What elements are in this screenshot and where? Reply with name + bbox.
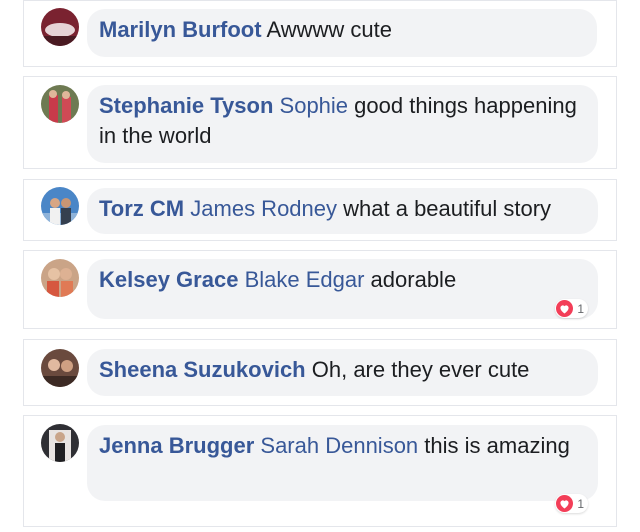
comment-text: adorable	[370, 267, 457, 292]
reaction-count[interactable]: 1	[555, 299, 588, 318]
reaction-number: 1	[577, 496, 584, 511]
avatar[interactable]	[41, 8, 79, 46]
avatar[interactable]	[41, 349, 79, 387]
commenter-name[interactable]: Sheena Suzukovich	[99, 357, 306, 382]
comment-card: Sheena Suzukovich Oh, are they ever cute	[23, 339, 617, 406]
mention-link[interactable]: James Rodney	[190, 196, 337, 221]
avatar[interactable]	[41, 424, 79, 462]
comment-text: Awwww cute	[266, 17, 392, 42]
heart-icon	[556, 495, 574, 512]
comment-bubble: Kelsey Grace Blake Edgar adorable	[87, 259, 598, 319]
mention-link[interactable]: Sophie	[280, 93, 349, 118]
reaction-number: 1	[577, 301, 584, 316]
avatar[interactable]	[41, 85, 79, 123]
comment-card: Stephanie Tyson Sophie good things happe…	[23, 76, 617, 169]
commenter-name[interactable]: Kelsey Grace	[99, 267, 238, 292]
comment-card: Jenna Brugger Sarah Dennison this is ama…	[23, 415, 617, 527]
commenter-name[interactable]: Stephanie Tyson	[99, 93, 273, 118]
comment-card: Kelsey Grace Blake Edgar adorable 1	[23, 250, 617, 329]
mention-link[interactable]: Sarah Dennison	[260, 433, 418, 458]
comment-bubble: Jenna Brugger Sarah Dennison this is ama…	[87, 425, 598, 501]
reaction-count[interactable]: 1	[555, 494, 588, 513]
comment-bubble: Stephanie Tyson Sophie good things happe…	[87, 85, 598, 163]
commenter-name[interactable]: Marilyn Burfoot	[99, 17, 262, 42]
avatar[interactable]	[41, 187, 79, 225]
comment-bubble: Marilyn Burfoot Awwww cute	[87, 9, 597, 57]
commenter-name[interactable]: Jenna Brugger	[99, 433, 254, 458]
commenter-name[interactable]: Torz CM	[99, 196, 184, 221]
comment-text: Oh, are they ever cute	[311, 357, 530, 382]
comment-card: Marilyn Burfoot Awwww cute	[23, 0, 617, 67]
heart-icon	[556, 300, 574, 317]
comment-bubble: Sheena Suzukovich Oh, are they ever cute	[87, 349, 598, 396]
mention-link[interactable]: Blake Edgar	[245, 267, 365, 292]
comment-bubble: Torz CM James Rodney what a beautiful st…	[87, 188, 598, 234]
comment-text: this is amazing	[424, 433, 570, 458]
avatar[interactable]	[41, 259, 79, 297]
comment-card: Torz CM James Rodney what a beautiful st…	[23, 179, 617, 241]
comment-text: what a beautiful story	[343, 196, 552, 221]
